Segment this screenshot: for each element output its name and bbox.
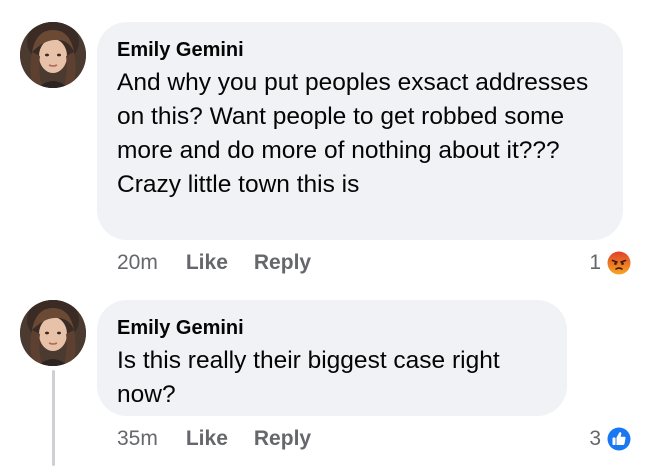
comment-timestamp[interactable]: 35m <box>117 427 158 451</box>
comment-author[interactable]: Emily Gemini <box>117 316 547 340</box>
avatar[interactable] <box>20 22 86 88</box>
comment-bubble: Emily Gemini Is this really their bigges… <box>97 300 567 416</box>
comment-text: Is this really their biggest case right … <box>117 347 500 408</box>
avatar-photo-icon <box>20 22 86 88</box>
comment-actions: 35m Like Reply <box>117 424 337 454</box>
reaction-count: 3 <box>589 427 601 450</box>
reply-button[interactable]: Reply <box>254 427 311 451</box>
angry-reaction-icon <box>606 250 632 276</box>
comment-timestamp[interactable]: 20m <box>117 251 158 275</box>
comment-text: And why you put peoples exsact addresses… <box>117 69 589 198</box>
reaction-summary[interactable]: 1 <box>589 248 632 278</box>
reply-button[interactable]: Reply <box>254 251 311 275</box>
reaction-summary[interactable]: 3 <box>589 424 632 454</box>
like-reaction-icon <box>606 426 632 452</box>
like-button[interactable]: Like <box>186 427 228 451</box>
comment-bubble: Emily Gemini And why you put peoples exs… <box>97 22 623 240</box>
like-button[interactable]: Like <box>186 251 228 275</box>
reply-thread-line <box>52 370 55 466</box>
avatar[interactable] <box>20 300 86 366</box>
reaction-count: 1 <box>589 251 601 274</box>
comment-author[interactable]: Emily Gemini <box>117 38 603 62</box>
avatar-photo-icon <box>20 300 86 366</box>
comment-actions: 20m Like Reply <box>117 248 337 278</box>
